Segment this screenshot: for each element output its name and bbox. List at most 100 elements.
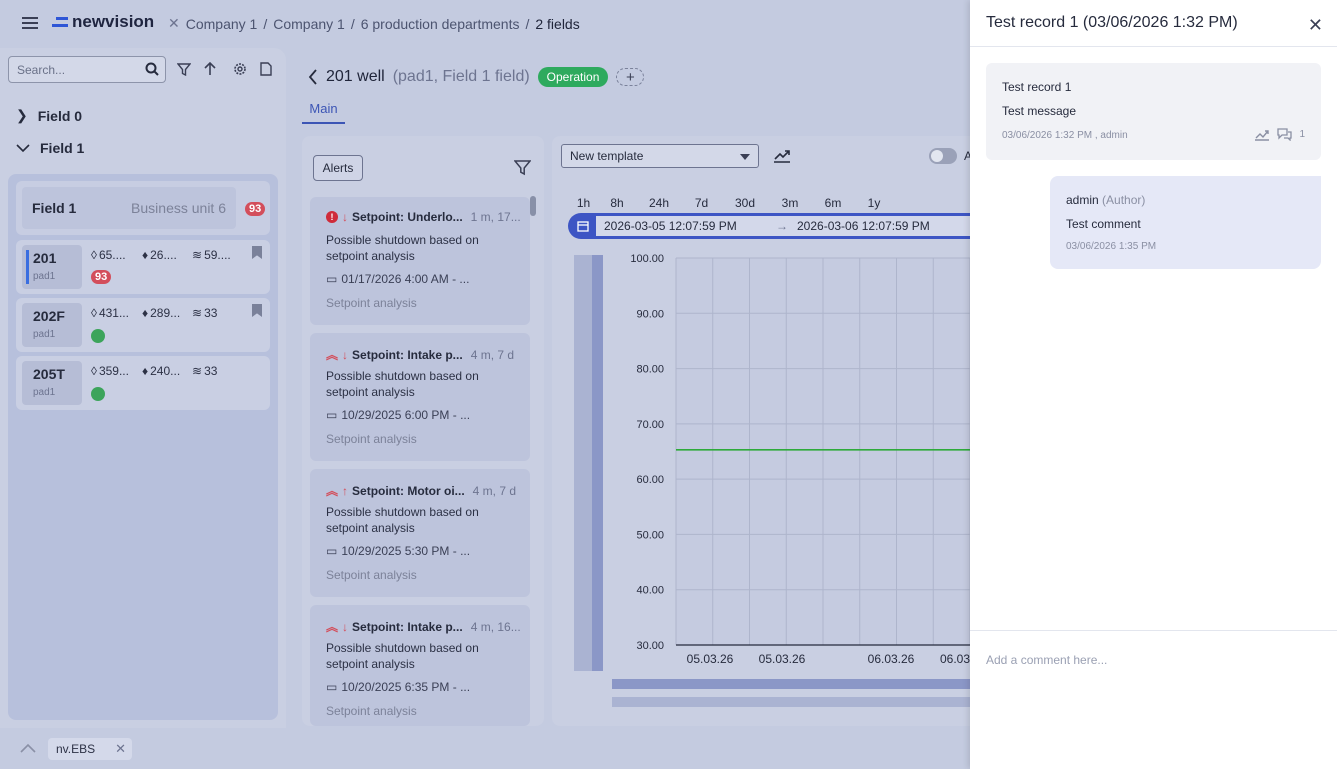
alert-ago: 4 m, 7 d	[472, 483, 517, 498]
breadcrumb-current: 2 fields	[535, 15, 580, 32]
alert-card[interactable]: ! ↓ Setpoint: Underlo... 1 m, 17... Poss…	[310, 197, 530, 325]
search-placeholder: Search...	[17, 62, 66, 77]
range-30d[interactable]: 30d	[722, 196, 768, 210]
chevron-up-icon[interactable]	[20, 743, 36, 753]
tree-item-field-1[interactable]: Field 1	[16, 140, 84, 156]
add-button[interactable]: +	[616, 68, 645, 86]
gear-icon[interactable]	[233, 62, 247, 76]
x-tick-label: 05.03.26	[759, 652, 806, 666]
breadcrumb-item[interactable]: Company 1	[186, 16, 258, 32]
alert-description: Possible shutdown based on setpoint anal…	[326, 641, 479, 671]
breadcrumb: ✕ Company 1/ Company 1/ 6 production dep…	[168, 15, 580, 32]
alert-title: Setpoint: Motor oi...	[352, 483, 465, 498]
y-tick-label: 80.00	[636, 364, 664, 376]
alert-title: Setpoint: Intake p...	[352, 347, 463, 362]
drop-outline-icon: ◊	[91, 364, 97, 378]
filter-icon[interactable]	[514, 159, 531, 176]
alerts-scrollbar[interactable]	[530, 196, 536, 216]
arrow-down-icon: ↓	[342, 619, 349, 634]
back-icon[interactable]	[308, 69, 318, 85]
calendar-icon: ▭	[326, 272, 338, 286]
comment-input[interactable]	[986, 650, 1316, 670]
field-name: Field 1	[32, 200, 77, 216]
close-icon[interactable]: ✕	[1308, 15, 1323, 36]
y-zoom-track[interactable]	[574, 255, 592, 671]
well-tag: 205T pad1	[22, 361, 82, 405]
chart-trend-icon[interactable]	[1254, 127, 1270, 141]
chip-label: nv.EBS	[56, 742, 96, 756]
tree-item-label: Field 0	[37, 107, 83, 124]
range-3m[interactable]: 3m	[768, 196, 812, 210]
alert-card[interactable]: ︽ ↓ Setpoint: Intake p... 4 m, 16... Pos…	[310, 605, 530, 726]
sort-up-icon[interactable]	[203, 62, 217, 76]
well-header: 201 well (pad1, Field 1 field) Operation…	[308, 67, 645, 87]
close-icon[interactable]: ✕	[168, 15, 180, 32]
well-title: 201 well	[326, 68, 385, 85]
alerts-button[interactable]: Alerts	[313, 155, 363, 181]
calendar-icon: ▭	[326, 680, 338, 694]
priority-high-icon: ︽	[326, 348, 339, 362]
wave-icon: ≋	[192, 306, 203, 320]
y-zoom-handle[interactable]	[592, 255, 603, 671]
open-tab-chip[interactable]: nv.EBS ✕	[48, 738, 132, 760]
bookmark-icon[interactable]	[252, 246, 262, 259]
filter-icon[interactable]	[177, 62, 191, 76]
menu-icon[interactable]	[22, 16, 38, 30]
alert-source: Setpoint analysis	[326, 296, 417, 310]
status-ok-dot	[91, 329, 105, 343]
date-from[interactable]: 2026-03-05 12:07:59 PM	[604, 219, 737, 233]
business-unit: Business unit 6	[131, 200, 226, 216]
close-icon[interactable]: ✕	[115, 741, 126, 757]
alert-title: Setpoint: Intake p...	[352, 619, 463, 634]
date-range-picker[interactable]: 2026-03-05 12:07:59 PM → 2026-03-06 12:0…	[568, 213, 970, 239]
x-zoom-handle[interactable]	[612, 679, 970, 689]
search-icon[interactable]	[145, 62, 159, 76]
breadcrumb-item[interactable]: 6 production departments	[361, 16, 520, 32]
field-alert-badge: 93	[245, 202, 266, 216]
tab-main[interactable]: Main	[302, 98, 345, 124]
range-1y[interactable]: 1y	[854, 196, 894, 210]
priority-high-icon: ︽	[326, 620, 339, 634]
arrow-down-icon: ↓	[342, 210, 348, 224]
alert-card[interactable]: ︽ ↓ Setpoint: Intake p... 4 m, 7 d Possi…	[310, 333, 530, 461]
alert-source: Setpoint analysis	[326, 432, 417, 446]
well-card-205t[interactable]: 205T pad1 ◊ 359... ♦ 240... ≋ 33	[16, 356, 270, 410]
auto-toggle[interactable]	[929, 148, 957, 164]
range-7d[interactable]: 7d	[681, 196, 722, 210]
logo[interactable]: newvision	[52, 12, 154, 32]
alert-ago: 1 m, 17...	[470, 210, 521, 224]
breadcrumb-item[interactable]: Company 1	[273, 16, 345, 32]
date-to[interactable]: 2026-03-06 12:07:59 PM	[797, 219, 930, 233]
search-input[interactable]: Search...	[8, 56, 166, 83]
well-name: 205T	[33, 366, 65, 382]
well-pad: pad1	[33, 387, 56, 398]
comments-icon[interactable]	[1276, 127, 1293, 141]
x-zoom-track[interactable]	[612, 697, 970, 707]
document-icon[interactable]	[260, 62, 272, 76]
water-rate: ♦ 289...	[142, 306, 181, 320]
wave-icon: ≋	[192, 248, 203, 262]
alert-card[interactable]: ︽ ↑ Setpoint: Motor oi... 4 m, 7 d Possi…	[310, 469, 530, 597]
record-panel-title: Test record 1 (03/06/2026 1:32 PM)	[986, 14, 1238, 31]
chart-trend-icon[interactable]	[773, 147, 791, 164]
well-card-202f[interactable]: 202F pad1 ◊ 431... ♦ 289... ≋ 33	[16, 298, 270, 352]
alert-title: Setpoint: Underlo...	[352, 210, 463, 224]
record-panel: Test record 1 (03/06/2026 1:32 PM) ✕ Tes…	[970, 0, 1337, 769]
drop-icon: ♦	[142, 306, 149, 320]
bookmark-icon[interactable]	[252, 304, 262, 317]
record-message: Test message	[1002, 104, 1077, 118]
line-chart[interactable]: 100.00 90.00 80.00 70.00 60.00 50.00 40.00 30.0…	[610, 250, 970, 674]
template-select[interactable]: New template	[561, 144, 759, 168]
range-8h[interactable]: 8h	[597, 196, 637, 210]
range-24h[interactable]: 24h	[637, 196, 681, 210]
range-1h[interactable]: 1h	[570, 196, 597, 210]
arrow-down-icon: ↓	[342, 347, 349, 362]
well-subtitle: (pad1, Field 1 field)	[392, 68, 530, 85]
x-tick-label: 06.03	[940, 652, 970, 666]
range-6m[interactable]: 6m	[812, 196, 854, 210]
well-pad: pad1	[33, 271, 56, 282]
alert-date: ▭ 01/17/2026 4:00 AM - ...	[326, 272, 470, 286]
tree-item-field-0[interactable]: ❯ Field 0	[16, 107, 82, 124]
well-name: 202F	[33, 308, 65, 324]
well-card-201[interactable]: 201 pad1 ◊ 65.... ♦ 26.... ≋ 59.... 93	[16, 240, 270, 294]
